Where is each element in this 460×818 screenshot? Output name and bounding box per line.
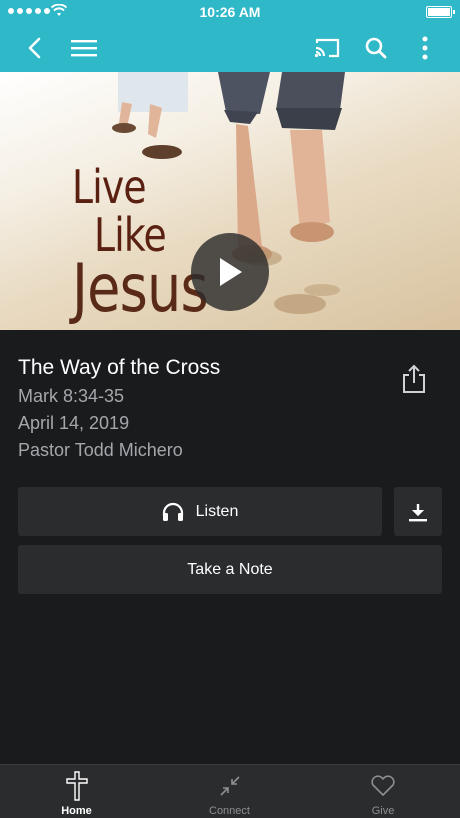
sermon-title: The Way of the Cross [18, 356, 221, 379]
cross-icon [65, 771, 88, 801]
cast-icon [314, 38, 340, 58]
more-vertical-icon [422, 36, 428, 60]
search-icon [365, 37, 387, 59]
top-nav-bar [0, 24, 460, 72]
bottom-tab-bar: Home Connect Give [0, 764, 460, 818]
tab-home[interactable]: Home [0, 765, 153, 818]
battery-icon [426, 6, 455, 18]
sermon-artwork: Live Like Jesus [0, 72, 460, 330]
cast-button[interactable] [308, 24, 346, 72]
download-icon [409, 503, 427, 521]
tab-home-label: Home [61, 805, 92, 817]
sermon-scripture: Mark 8:34-35 [18, 386, 125, 406]
status-time: 10:26 AM [199, 4, 261, 20]
hamburger-icon [71, 40, 97, 57]
tab-connect[interactable]: Connect [153, 765, 306, 818]
play-icon [220, 258, 242, 286]
sermon-info: The Way of the Cross Mark 8:34-35 April … [18, 356, 378, 467]
search-button[interactable] [358, 24, 394, 72]
sermon-date: April 14, 2019 [18, 413, 130, 433]
take-note-button[interactable]: Take a Note [18, 545, 442, 594]
take-note-label: Take a Note [187, 560, 273, 578]
share-button[interactable] [401, 364, 427, 394]
heart-icon [371, 775, 395, 796]
play-button[interactable] [191, 233, 269, 311]
artwork-line-3: Jesus [72, 250, 209, 327]
share-icon [403, 364, 425, 393]
artwork-line-1: Live [72, 160, 147, 214]
sermon-speaker: Pastor Todd Michero [18, 440, 183, 460]
download-button[interactable] [394, 487, 442, 536]
back-button[interactable] [16, 24, 52, 72]
tab-connect-label: Connect [209, 805, 250, 817]
status-bar: 10:26 AM [0, 0, 460, 24]
arrows-in-icon [219, 776, 240, 796]
tab-give-label: Give [371, 805, 395, 817]
tab-give[interactable]: Give [306, 765, 460, 818]
menu-button[interactable] [66, 24, 102, 72]
listen-button[interactable]: Listen [18, 487, 382, 536]
listen-label: Listen [195, 502, 239, 520]
chevron-left-icon [28, 37, 41, 59]
more-button[interactable] [408, 24, 442, 72]
headphones-icon [162, 502, 183, 521]
